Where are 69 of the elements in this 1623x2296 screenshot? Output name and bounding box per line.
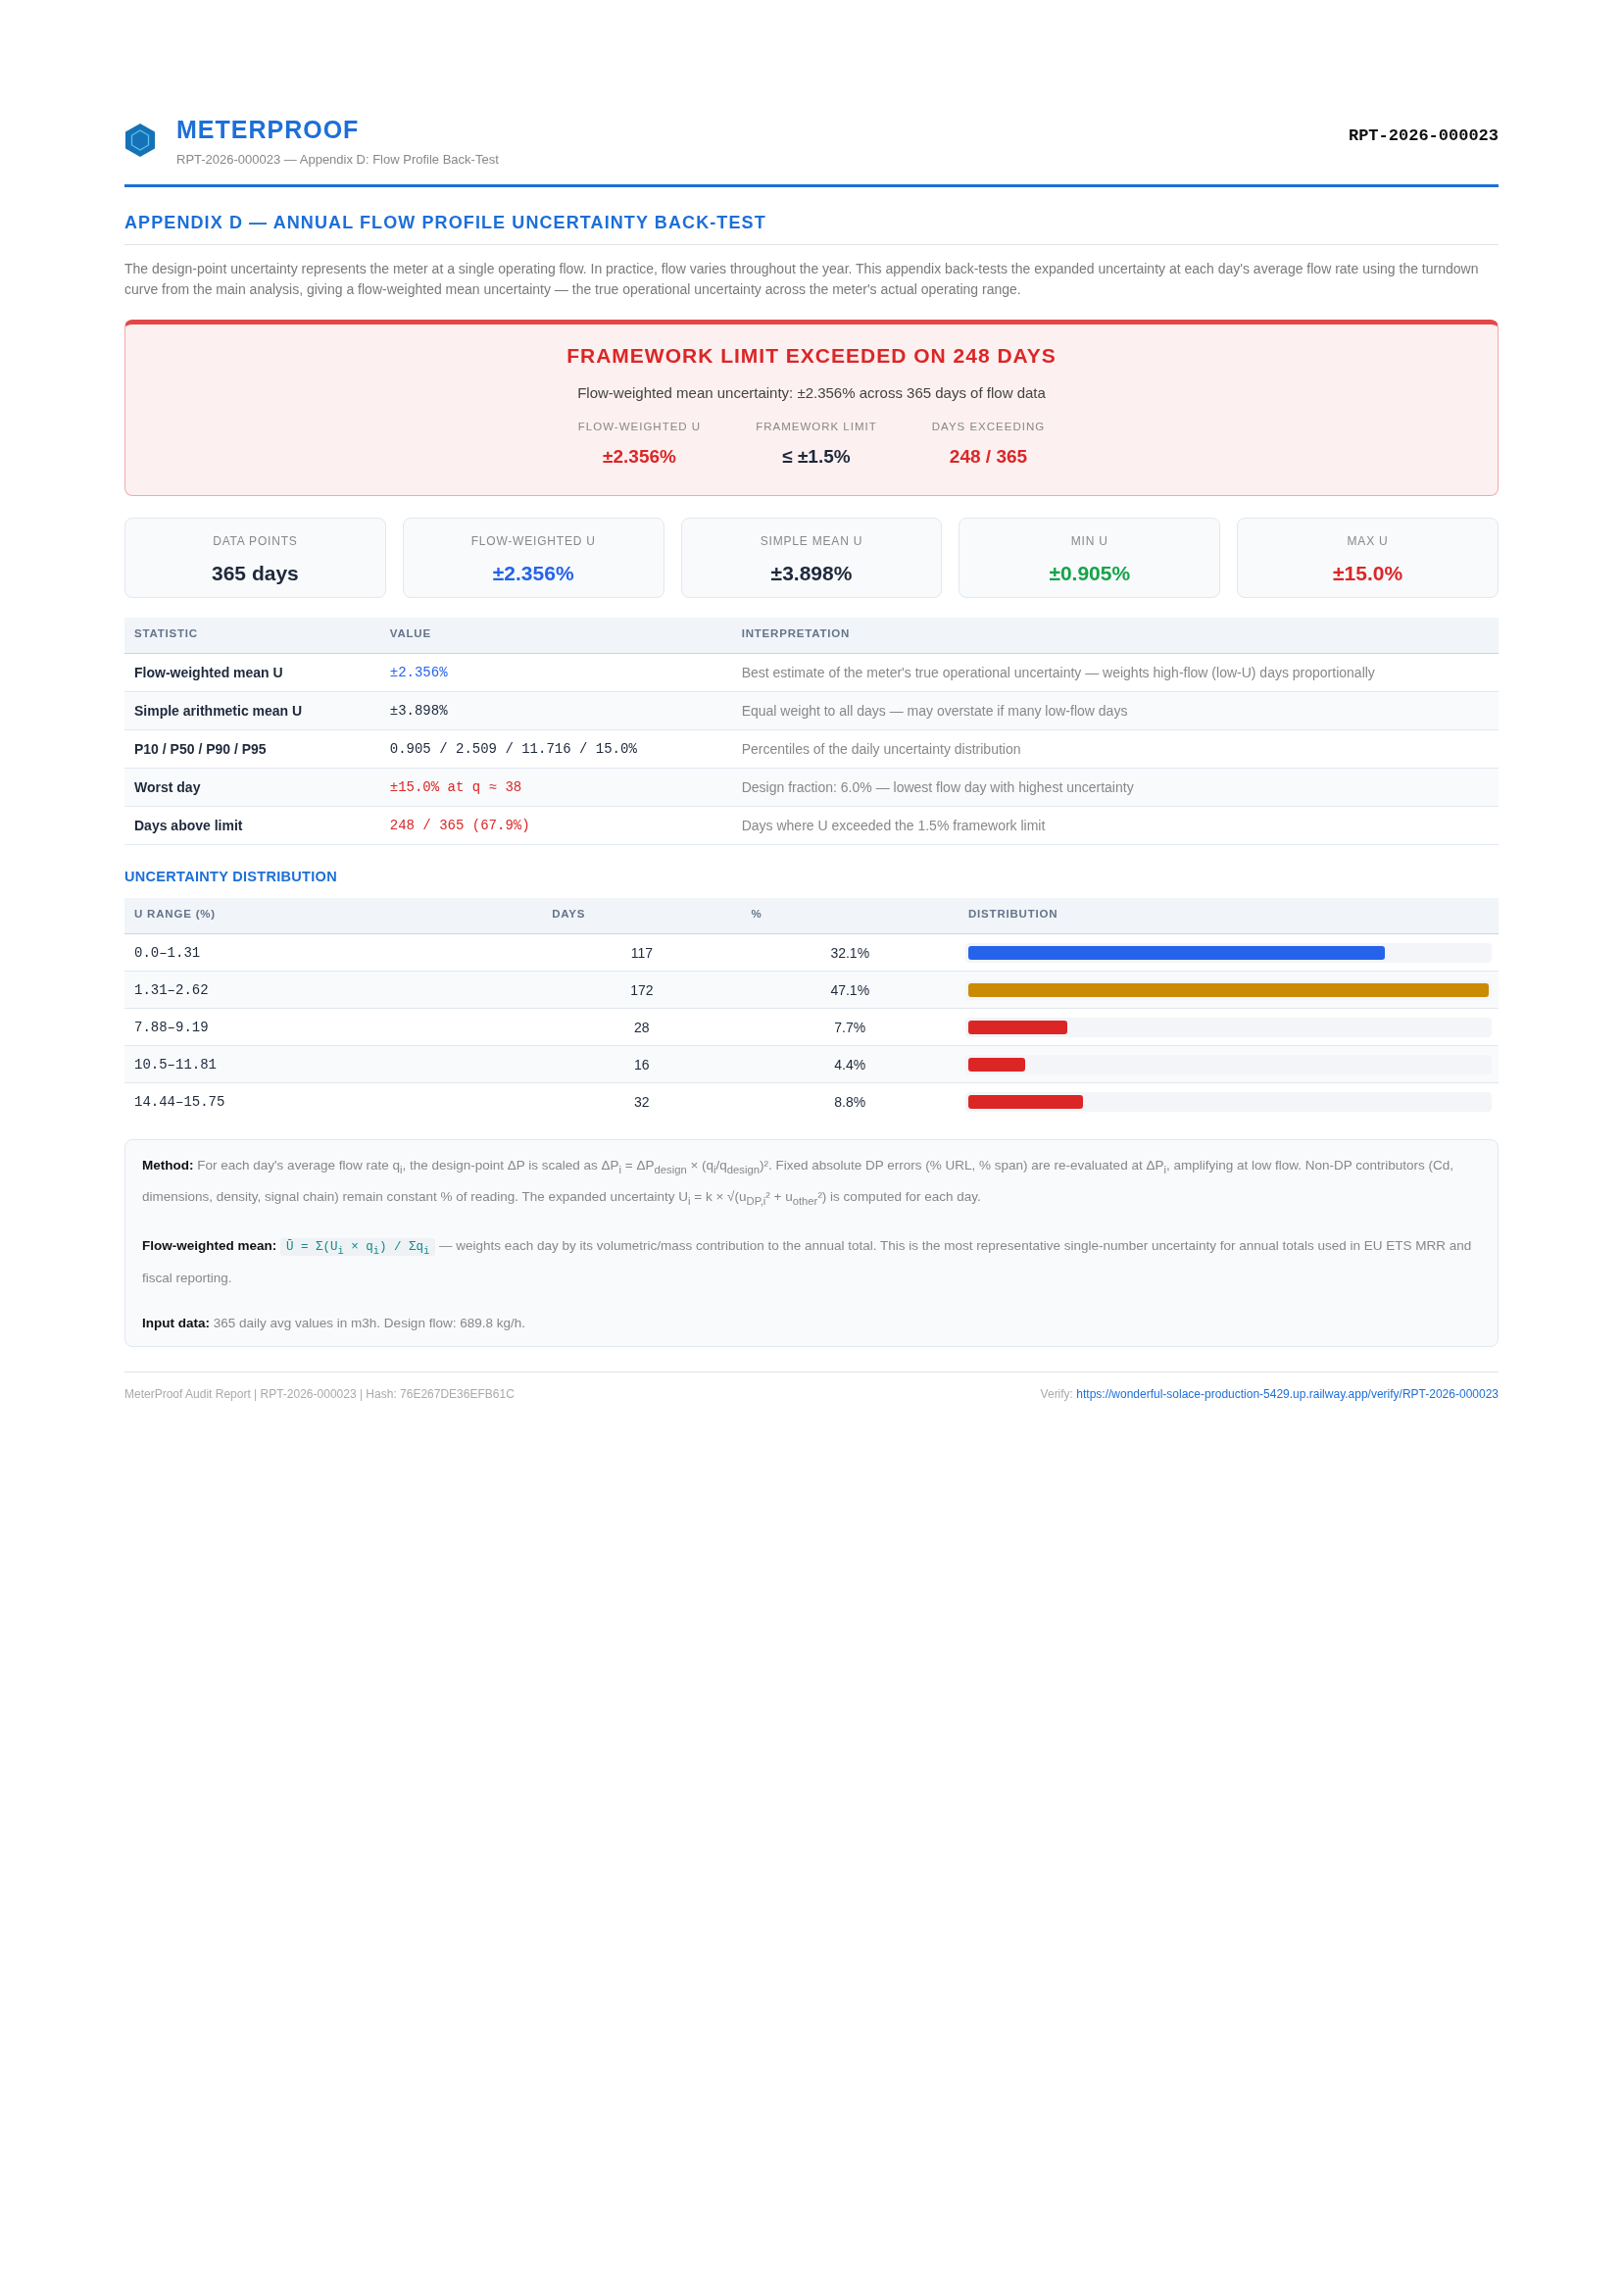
card-value: ±15.0%	[1332, 562, 1404, 585]
table-cell: 28	[542, 1008, 742, 1046]
section-title: UNCERTAINTY DISTRIBUTION	[124, 869, 338, 884]
metric-label: FLOW-WEIGHTED U	[577, 421, 702, 432]
card-label: MIN U	[1069, 534, 1109, 548]
column-header: DISTRIBUTION	[959, 898, 1499, 934]
table-cell: 0.0–1.31	[124, 933, 543, 972]
column-header: %	[741, 898, 959, 934]
column-header: INTERPRETATION	[731, 618, 1499, 654]
column-header: U RANGE (%)	[124, 898, 543, 934]
note-paragraph: Flow-weighted mean: Ū = Σ(U$_{i}$ × q$_{i}$) / Σq$_{i}$ — weights each day by its volumetric/mass contribution to the annual total. This is the most representative single-number uncertainty for annual totals used in EU ETS MRR and fiscal reporting.	[142, 1237, 1473, 1287]
column-header: STATISTIC	[124, 618, 380, 654]
card-value: 365 days	[211, 562, 300, 585]
column-header: VALUE	[379, 618, 732, 654]
table-cell: Days above limit	[124, 806, 380, 845]
column-header: DAYS	[542, 898, 742, 934]
card-value: ±0.905%	[1048, 562, 1132, 585]
card-label: DATA POINTS	[212, 534, 299, 548]
metric-value: ≤ ±1.5%	[781, 446, 852, 468]
table-cell: 7.88–9.19	[124, 1008, 543, 1046]
table-cell: 172	[542, 971, 742, 1009]
table-cell: ±3.898%	[379, 691, 732, 730]
table-cell: 47.1%	[741, 971, 959, 1009]
verify-label: Verify:	[1040, 1386, 1073, 1401]
table-cell: 117	[542, 933, 742, 972]
metric-label: DAYS EXCEEDING	[931, 421, 1046, 432]
note-paragraph: Method: For each day's average flow rate q$_{i}$, the design-point ΔP is scaled as ΔP$_{i}$ = ΔP$_{design}$ × (q$_{i}$/q$_{design}$)². Fixed absolute DP errors (% URL, % span) are re-evaluated at ΔP$_{i}$, amplifying at low flow. Non-DP contributors (Cd, dimensions, density, signal chain) remain constant % of reading. The expanded uncertainty U$_{i}$ = k × √(u$_{DP,i}$² + u$_{other}$²) is computed for each day.	[142, 1157, 1455, 1209]
table-cell: P10 / P50 / P90 / P95	[124, 729, 380, 769]
alert-summary: Flow-weighted mean uncertainty: ±2.356% across 365 days of flow data	[576, 384, 1047, 401]
table-cell: 7.7%	[741, 1008, 959, 1046]
verify-link[interactable]: https://wonderful-solace-production-5429.up.railway.app/verify/RPT-2026-000023	[1076, 1386, 1499, 1401]
table-cell: ±2.356%	[379, 653, 732, 692]
formula-code: Ū = Σ(U$_{i}$ × q$_{i}$) / Σq$_{i}$	[280, 1238, 436, 1257]
brand-name: METERPROOF	[176, 115, 361, 144]
table-cell: Best estimate of the meter's true operational uncertainty — weights high-flow (low-U) days proportionally	[731, 653, 1499, 692]
section-title: APPENDIX D — ANNUAL FLOW PROFILE UNCERTAINTY BACK-TEST	[124, 213, 767, 233]
note-paragraph: Input data: 365 daily avg values in m3h. Design flow: 689.8 kg/h.	[142, 1314, 526, 1332]
card-label: FLOW-WEIGHTED U	[469, 534, 597, 548]
table-cell: 32.1%	[741, 933, 959, 972]
report-subtitle: RPT-2026-000023 — Appendix D: Flow Profile Back-Test	[176, 152, 499, 167]
table-cell: 8.8%	[741, 1082, 959, 1120]
table-cell: Design fraction: 6.0% — lowest flow day with highest uncertainty	[731, 768, 1499, 807]
footer-text: MeterProof Audit Report | RPT-2026-000023 | Hash: 76E267DE36EFB61C	[124, 1386, 515, 1401]
table-cell: Simple arithmetic mean U	[124, 691, 380, 730]
table-cell: 32	[542, 1082, 742, 1120]
table-cell: 1.31–2.62	[124, 971, 543, 1009]
table-cell: 248 / 365 (67.9%)	[379, 806, 732, 845]
metric-label: FRAMEWORK LIMIT	[756, 421, 877, 432]
metric-value: ±2.356%	[602, 446, 677, 468]
table-cell: Equal weight to all days — may overstate if many low-flow days	[731, 691, 1499, 730]
table-cell: ±15.0% at q ≈ 38	[379, 768, 732, 807]
intro-paragraph: The design-point uncertainty represents the meter at a single operating flow. In practice, flow varies throughout the year. This appendix back-tests the expanded uncertainty at each day's average flow rate using the turndown curve from the main analysis, giving a flow-weighted mean uncertainty — the true operational uncertainty across the meter's actual operating range.	[124, 260, 1480, 299]
table-cell: Flow-weighted mean U	[124, 653, 380, 692]
table-cell: 0.905 / 2.509 / 11.716 / 15.0%	[379, 729, 732, 769]
table-cell: 4.4%	[741, 1045, 959, 1083]
table-cell: 16	[542, 1045, 742, 1083]
table-cell: Worst day	[124, 768, 380, 807]
card-value: ±2.356%	[491, 562, 575, 585]
report-id: RPT-2026-000023	[1348, 126, 1499, 145]
table-cell: 10.5–11.81	[124, 1045, 543, 1083]
card-value: ±3.898%	[769, 562, 854, 585]
table-cell: Days where U exceeded the 1.5% framework limit	[731, 806, 1499, 845]
hexagon-logo-icon	[124, 123, 156, 158]
table-cell: 14.44–15.75	[124, 1082, 543, 1120]
alert-title: FRAMEWORK LIMIT EXCEEDED ON 248 DAYS	[566, 344, 1057, 368]
card-label: SIMPLE MEAN U	[759, 534, 864, 548]
table-cell: Percentiles of the daily uncertainty distribution	[731, 729, 1499, 769]
metric-value: 248 / 365	[948, 446, 1029, 468]
card-label: MAX U	[1346, 534, 1390, 548]
